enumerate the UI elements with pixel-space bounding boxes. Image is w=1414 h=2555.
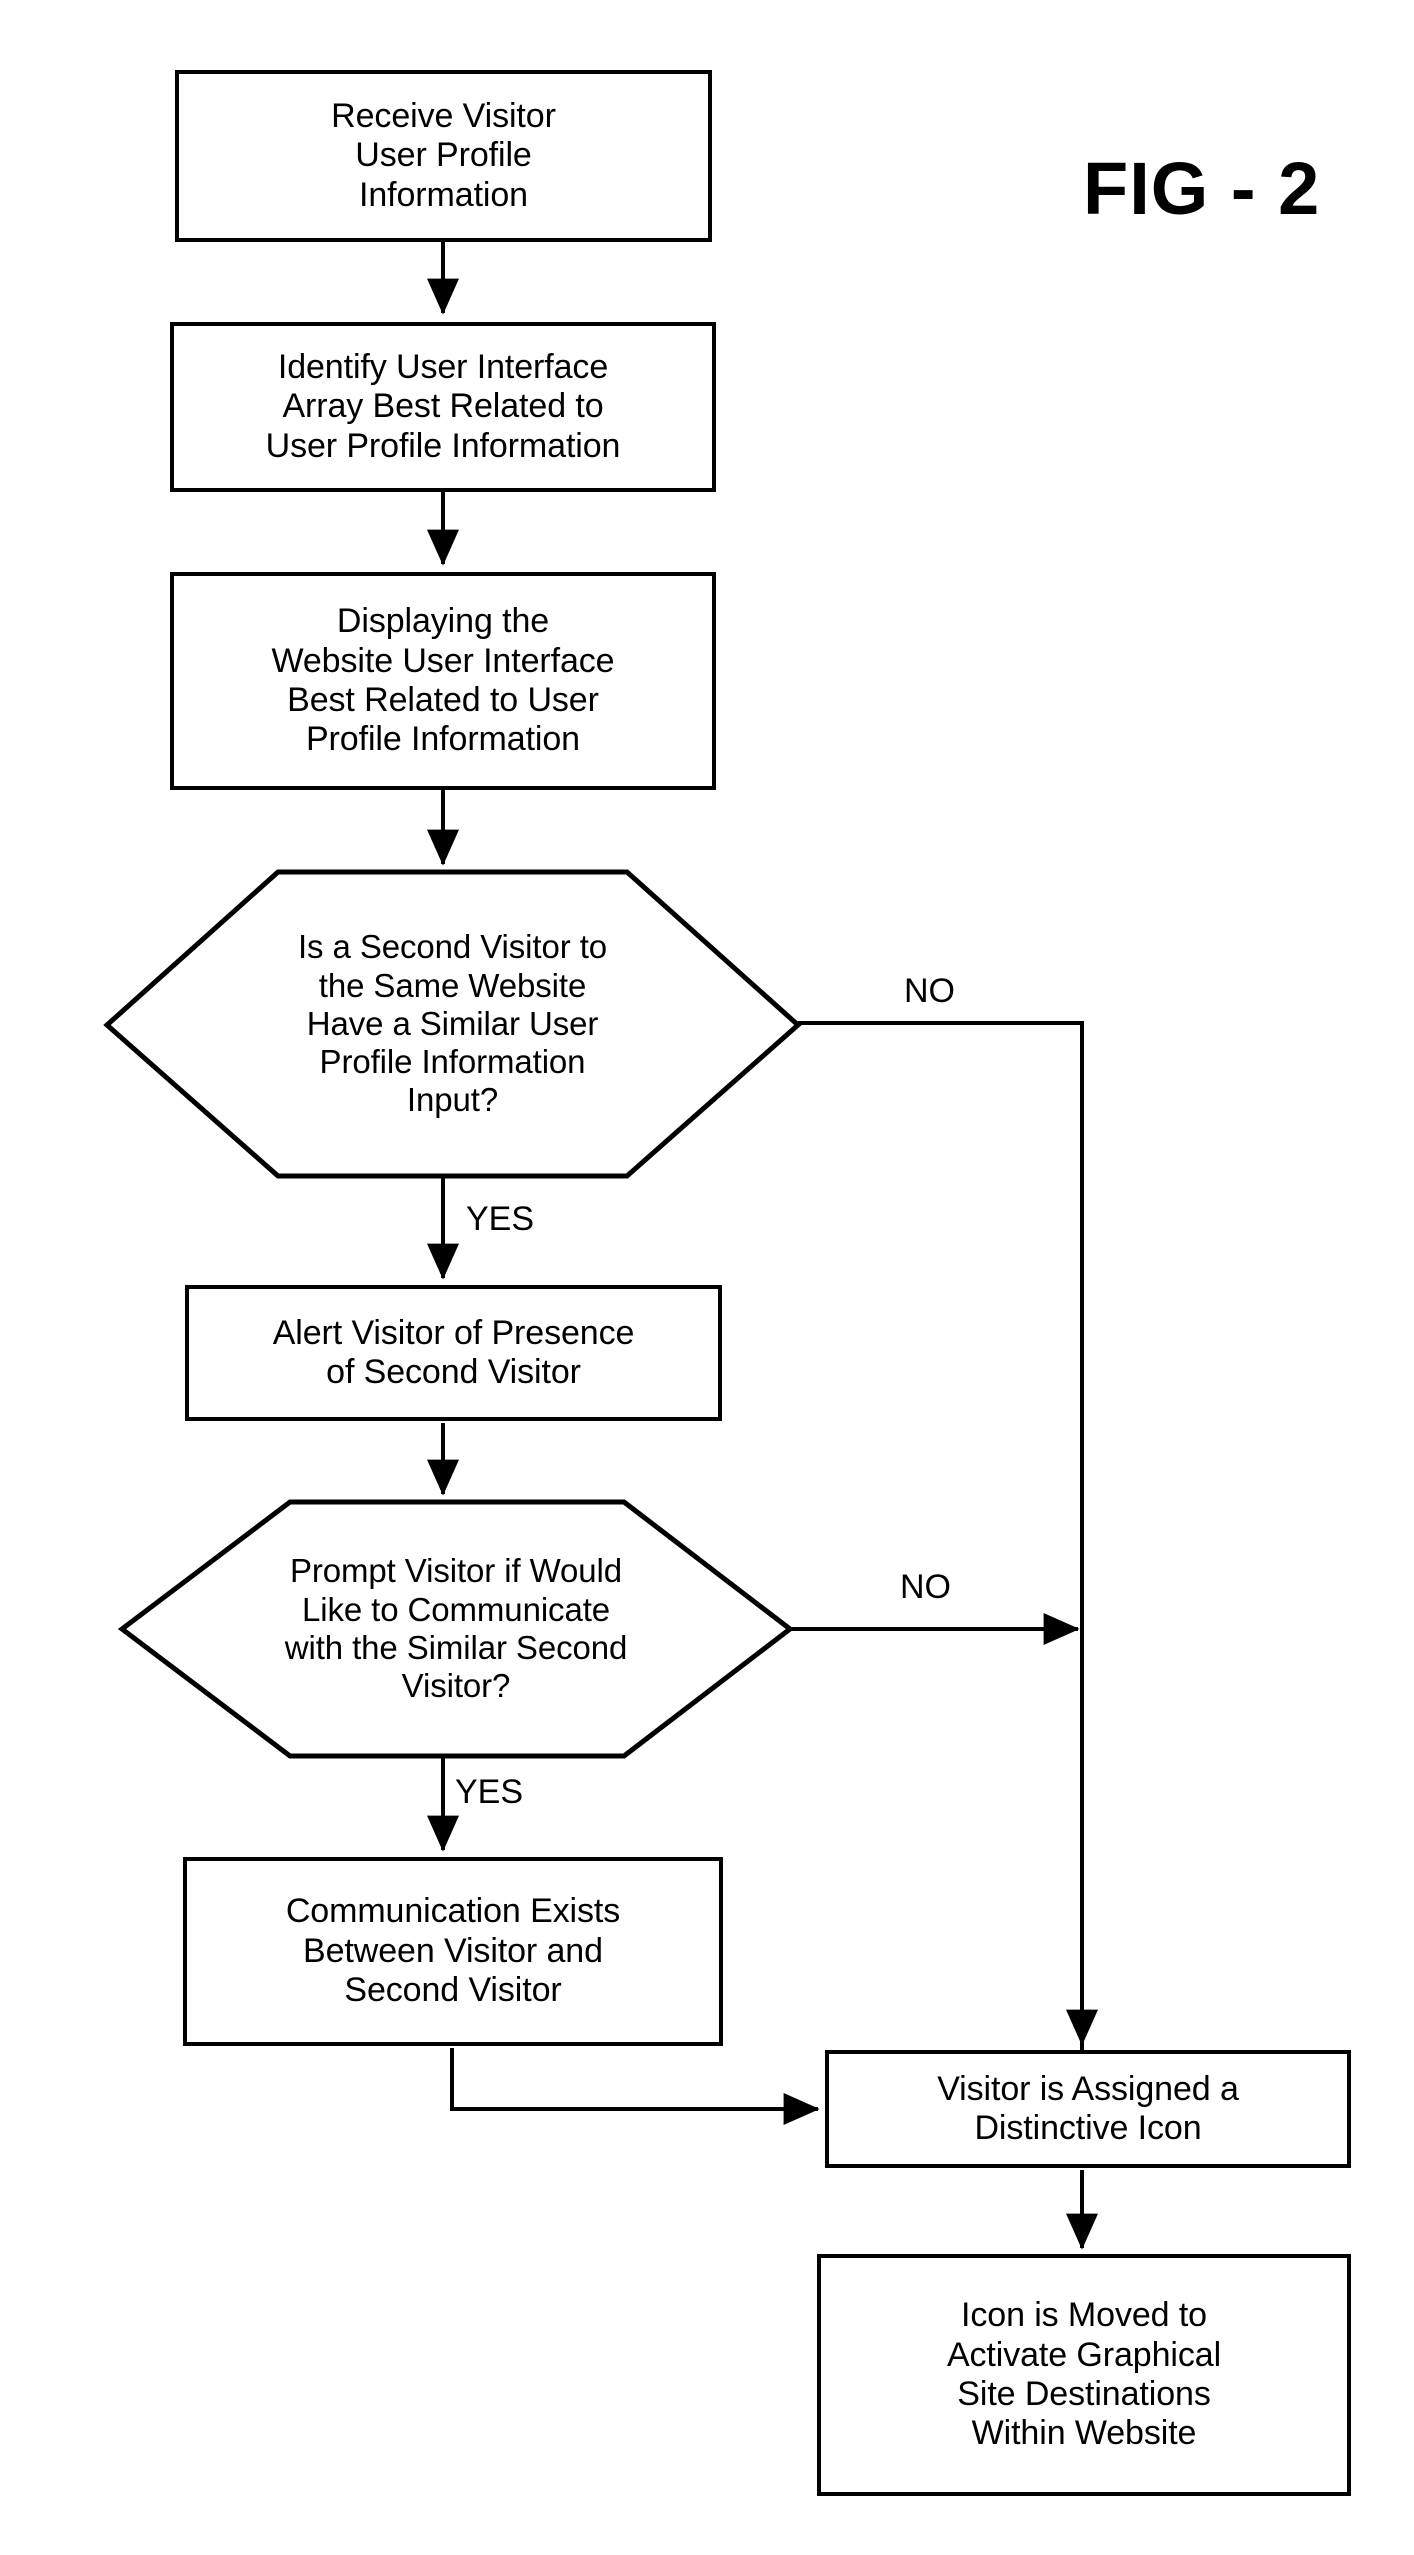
edge-label-yes-first-decision: YES — [466, 1200, 535, 1238]
node-displaying-website-user-interface: Displaying the Website User Interface Be… — [170, 572, 716, 790]
node-second-visitor-similar-profile-decision: Is a Second Visitor to the Same Website … — [105, 870, 800, 1178]
node-prompt-visitor-communicate-decision: Prompt Visitor if Would Like to Communic… — [120, 1500, 792, 1758]
node-icon-moved-activate-destinations: Icon is Moved to Activate Graphical Site… — [817, 2254, 1351, 2496]
node-label: Communication Exists Between Visitor and… — [285, 1892, 621, 2010]
edge-label-no-second-decision: NO — [900, 1568, 951, 1606]
connector-communication-to-icon-assigned — [450, 2048, 820, 2125]
node-label: Is a Second Visitor to the Same Website … — [297, 928, 608, 1119]
node-communication-exists-between-visitors: Communication Exists Between Visitor and… — [183, 1857, 723, 2046]
node-identify-user-interface-array: Identify User Interface Array Best Relat… — [170, 322, 716, 492]
node-visitor-assigned-distinctive-icon: Visitor is Assigned a Distinctive Icon — [825, 2050, 1351, 2168]
connector-decision1-no — [798, 1021, 1084, 2109]
figure-canvas: FIG - 2 Receive Visitor User Profile Inf… — [0, 0, 1414, 2555]
node-label: Prompt Visitor if Would Like to Communic… — [284, 1552, 628, 1705]
node-label: Displaying the Website User Interface Be… — [271, 602, 615, 759]
node-alert-visitor-of-presence: Alert Visitor of Presence of Second Visi… — [185, 1285, 722, 1421]
node-label: Receive Visitor User Profile Information — [331, 96, 556, 214]
figure-title: FIG - 2 — [1083, 147, 1321, 230]
node-label: Visitor is Assigned a Distinctive Icon — [937, 2069, 1239, 2147]
node-receive-visitor-user-profile-information: Receive Visitor User Profile Information — [175, 70, 712, 242]
edge-label-no-first-decision: NO — [904, 972, 955, 1010]
node-label: Icon is Moved to Activate Graphical Site… — [946, 2296, 1222, 2453]
node-label: Alert Visitor of Presence of Second Visi… — [272, 1313, 635, 1391]
node-label: Identify User Interface Array Best Relat… — [265, 347, 621, 465]
edge-label-yes-second-decision: YES — [455, 1773, 524, 1811]
